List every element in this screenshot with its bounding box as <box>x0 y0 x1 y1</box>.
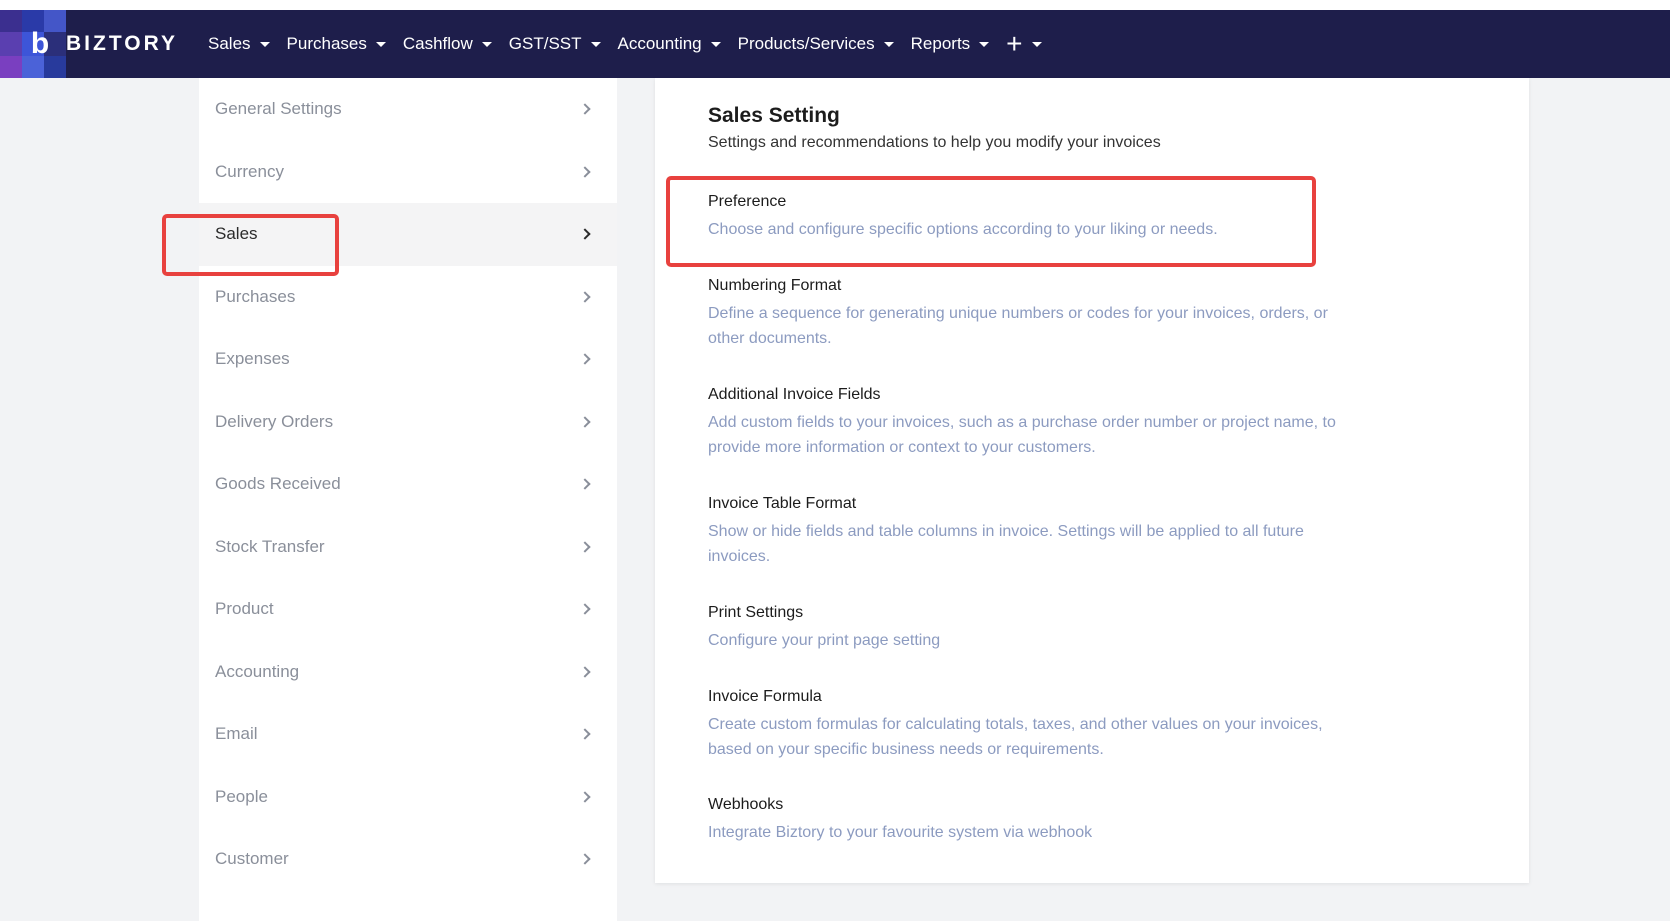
sidebar-item-expenses[interactable]: Expenses <box>199 328 617 391</box>
nav-sales-label: Sales <box>208 34 251 53</box>
setting-invoice-formula[interactable]: Invoice Formula Create custom formulas f… <box>708 688 1368 762</box>
chevron-right-icon <box>579 541 591 553</box>
sidebar-item-label: Purchases <box>215 286 296 306</box>
caret-down-icon <box>883 41 894 47</box>
sidebar-item-email[interactable]: Email <box>199 703 617 766</box>
nav-accounting[interactable]: Accounting <box>618 34 721 54</box>
sidebar-item-currency[interactable]: Currency <box>199 141 617 204</box>
sidebar-item-delivery-orders[interactable]: Delivery Orders <box>199 391 617 454</box>
setting-webhooks[interactable]: Webhooks Integrate Biztory to your favou… <box>708 796 1368 845</box>
nav-add-menu[interactable]: + <box>1006 28 1042 59</box>
nav-purchases-label: Purchases <box>286 34 367 53</box>
setting-additional-invoice-fields[interactable]: Additional Invoice Fields Add custom fie… <box>708 386 1368 460</box>
caret-down-icon <box>710 41 721 47</box>
setting-invoice-table-format[interactable]: Invoice Table Format Show or hide fields… <box>708 495 1368 569</box>
setting-description: Show or hide fields and table columns in… <box>708 523 1304 565</box>
setting-title: Invoice Table Format <box>708 495 857 512</box>
top-navbar: b BIZTORY Sales Purchases Cashflow GST/S… <box>0 10 1670 78</box>
chevron-right-icon <box>579 603 591 615</box>
setting-title: Numbering Format <box>708 277 842 294</box>
brand-name: BIZTORY <box>66 32 179 55</box>
caret-down-icon <box>375 41 386 47</box>
sidebar-item-label: Sales <box>215 224 258 244</box>
setting-title: Preference <box>708 193 787 210</box>
chevron-right-icon <box>579 853 591 865</box>
chevron-right-icon <box>579 666 591 678</box>
nav-cashflow[interactable]: Cashflow <box>403 34 492 54</box>
setting-description: Choose and configure specific options ac… <box>708 221 1218 238</box>
sidebar-item-label: Delivery Orders <box>215 411 334 431</box>
caret-down-icon <box>979 41 990 47</box>
nav-gst-sst-label: GST/SST <box>508 34 582 53</box>
setting-description: Add custom fields to your invoices, such… <box>708 414 1336 456</box>
page-subtitle: Settings and recommendations to help you… <box>708 134 1161 151</box>
settings-sidebar: General Settings Currency Sales Purchase… <box>199 78 617 921</box>
setting-description: Integrate Biztory to your favourite syst… <box>708 824 1093 841</box>
chevron-right-icon <box>579 103 591 115</box>
setting-title: Print Settings <box>708 604 804 621</box>
chevron-right-icon <box>579 416 591 428</box>
nav-products-services-label: Products/Services <box>737 34 875 53</box>
window-top-strip <box>0 0 1670 10</box>
setting-description: Configure your print page setting <box>708 632 941 649</box>
nav-sales[interactable]: Sales <box>208 34 270 54</box>
sidebar-item-people[interactable]: People <box>199 766 617 829</box>
nav-accounting-label: Accounting <box>617 34 702 53</box>
chevron-right-icon <box>579 166 591 178</box>
sidebar-item-sales[interactable]: Sales <box>199 203 617 266</box>
chevron-right-icon <box>579 478 591 490</box>
sidebar-item-label: Expenses <box>215 349 290 369</box>
main-menu: Sales Purchases Cashflow GST/SST Account… <box>208 28 1059 59</box>
nav-reports[interactable]: Reports <box>911 34 990 54</box>
sidebar-item-label: Stock Transfer <box>215 536 325 556</box>
sidebar-item-label: People <box>215 786 268 806</box>
chevron-right-icon <box>579 291 591 303</box>
sidebar-item-label: Currency <box>215 161 284 181</box>
setting-title: Additional Invoice Fields <box>708 386 881 403</box>
sidebar-item-label: Accounting <box>215 661 300 681</box>
sidebar-item-label: General Settings <box>215 99 342 119</box>
setting-print-settings[interactable]: Print Settings Configure your print page… <box>708 604 1368 653</box>
nav-cashflow-label: Cashflow <box>402 34 473 53</box>
caret-down-icon <box>1031 41 1042 47</box>
chevron-right-icon <box>579 791 591 803</box>
nav-gst-sst[interactable]: GST/SST <box>509 34 601 54</box>
sidebar-item-general-settings[interactable]: General Settings <box>199 78 617 141</box>
caret-down-icon <box>481 41 492 47</box>
sidebar-item-customer[interactable]: Customer <box>199 828 617 891</box>
setting-title: Webhooks <box>708 796 784 813</box>
page-title: Sales Setting <box>708 104 840 127</box>
sidebar-item-goods-received[interactable]: Goods Received <box>199 453 617 516</box>
brand-logo[interactable]: b BIZTORY <box>0 10 190 78</box>
sales-setting-panel: Sales Setting Settings and recommendatio… <box>655 78 1529 883</box>
caret-down-icon <box>590 41 601 47</box>
nav-purchases[interactable]: Purchases <box>287 34 386 54</box>
sidebar-item-label: Goods Received <box>215 474 341 494</box>
sidebar-item-label: Customer <box>215 849 289 869</box>
chevron-right-icon <box>579 228 591 240</box>
sidebar-item-purchases[interactable]: Purchases <box>199 266 617 329</box>
setting-numbering-format[interactable]: Numbering Format Define a sequence for g… <box>708 277 1368 351</box>
sidebar-item-label: Product <box>215 599 274 619</box>
chevron-right-icon <box>579 353 591 365</box>
caret-down-icon <box>259 41 270 47</box>
sidebar-item-product[interactable]: Product <box>199 578 617 641</box>
setting-description: Create custom formulas for calculating t… <box>708 716 1323 758</box>
setting-preference[interactable]: Preference Choose and configure specific… <box>708 193 1368 242</box>
setting-title: Invoice Formula <box>708 688 822 705</box>
sidebar-item-label: Email <box>215 724 258 744</box>
logo-b-icon: b <box>30 27 50 60</box>
nav-products-services[interactable]: Products/Services <box>738 34 894 54</box>
nav-reports-label: Reports <box>910 34 971 53</box>
setting-description: Define a sequence for generating unique … <box>708 305 1328 347</box>
chevron-right-icon <box>579 728 591 740</box>
sidebar-item-stock-transfer[interactable]: Stock Transfer <box>199 516 617 579</box>
sidebar-item-accounting[interactable]: Accounting <box>199 641 617 704</box>
plus-icon: + <box>1006 28 1023 59</box>
